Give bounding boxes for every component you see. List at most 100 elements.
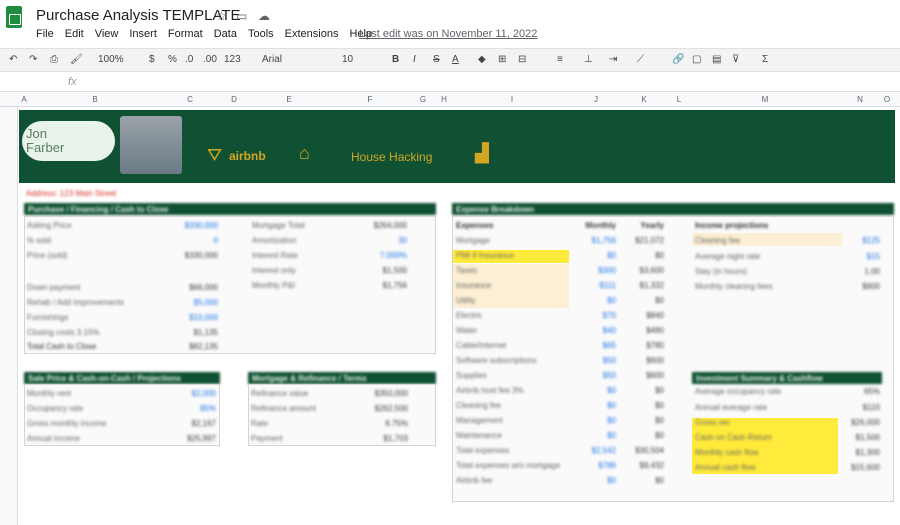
formula-bar[interactable]: fx xyxy=(0,73,900,92)
menu-extensions[interactable]: Extensions xyxy=(285,28,339,40)
expense-yearly[interactable]: $3,600 xyxy=(622,266,664,275)
col-k[interactable]: K xyxy=(620,95,668,104)
purchase-value[interactable]: $10,000 xyxy=(160,313,218,322)
insert-link-icon[interactable]: 🔗 xyxy=(672,54,684,65)
summary-value[interactable]: $110 xyxy=(836,403,880,412)
bold-icon[interactable]: B xyxy=(392,54,399,65)
summary-value[interactable]: $1,500 xyxy=(836,433,880,442)
expense-monthly[interactable]: $0 xyxy=(574,416,616,425)
document-title[interactable]: Purchase Analysis TEMPLATE xyxy=(36,7,241,24)
left-small-value[interactable]: $2,167 xyxy=(160,419,216,428)
col-n[interactable]: N xyxy=(840,95,880,104)
star-icon[interactable]: ☆ xyxy=(216,9,227,23)
zoom-select[interactable]: 100% xyxy=(98,54,124,65)
expense-yearly[interactable]: $840 xyxy=(622,311,664,320)
menu-format[interactable]: Format xyxy=(168,28,203,40)
cloud-status-icon[interactable]: ☁ xyxy=(258,9,270,23)
expense-yearly[interactable]: $0 xyxy=(622,416,664,425)
income-value[interactable]: $900 xyxy=(840,282,880,291)
col-g[interactable]: G xyxy=(410,95,436,104)
borders-icon[interactable]: ⊞ xyxy=(498,54,506,65)
font-select[interactable]: Arial xyxy=(262,54,282,65)
col-l[interactable]: L xyxy=(668,95,690,104)
col-f[interactable]: F xyxy=(330,95,410,104)
expense-yearly[interactable]: $0 xyxy=(622,401,664,410)
menu-file[interactable]: File xyxy=(36,28,54,40)
expense-yearly[interactable]: $600 xyxy=(622,356,664,365)
move-folder-icon[interactable]: ▭ xyxy=(236,9,247,23)
fill-color-icon[interactable]: ◆ xyxy=(478,54,486,65)
paint-format-icon[interactable]: 🖌 xyxy=(70,54,83,65)
purchase-value[interactable]: 0 xyxy=(160,236,218,245)
purchase-value[interactable]: $82,135 xyxy=(160,342,218,351)
menu-view[interactable]: View xyxy=(95,28,119,40)
last-edit-link[interactable]: Last edit was on November 11, 2022 xyxy=(359,28,537,40)
expense-yearly[interactable]: $780 xyxy=(622,341,664,350)
expense-yearly[interactable]: $0 xyxy=(622,386,664,395)
col-c[interactable]: C xyxy=(160,95,220,104)
mortgage-value[interactable]: 7.000% xyxy=(345,251,407,260)
left-small-value[interactable]: $2,000 xyxy=(160,389,216,398)
expense-yearly[interactable]: $0 xyxy=(622,296,664,305)
text-color-icon[interactable]: A xyxy=(452,54,459,65)
summary-value[interactable]: $26,000 xyxy=(836,418,880,427)
decrease-decimal-button[interactable]: .0 xyxy=(185,54,193,65)
col-d[interactable]: D xyxy=(220,95,248,104)
purchase-value[interactable]: $66,000 xyxy=(160,283,218,292)
mid-small-value[interactable]: 6.75% xyxy=(350,419,408,428)
purchase-value[interactable]: $5,000 xyxy=(160,298,218,307)
strikethrough-icon[interactable]: S xyxy=(433,54,440,65)
align-left-icon[interactable]: ≡ xyxy=(557,54,563,65)
mortgage-value[interactable]: $1,756 xyxy=(345,281,407,290)
expense-yearly[interactable]: $0 xyxy=(622,251,664,260)
mortgage-value[interactable]: $264,000 xyxy=(345,221,407,230)
expense-monthly[interactable]: $50 xyxy=(574,356,616,365)
expense-monthly[interactable]: $0 xyxy=(574,251,616,260)
expense-monthly[interactable]: $50 xyxy=(574,371,616,380)
expense-monthly[interactable]: $40 xyxy=(574,326,616,335)
purchase-value[interactable]: $330,000 xyxy=(160,221,218,230)
mid-small-value[interactable]: $350,000 xyxy=(350,389,408,398)
col-m[interactable]: M xyxy=(690,95,840,104)
expense-yearly[interactable]: $30,504 xyxy=(622,446,664,455)
increase-decimal-button[interactable]: .00 xyxy=(203,54,217,65)
col-a[interactable]: A xyxy=(18,95,30,104)
mortgage-value[interactable]: 30 xyxy=(345,236,407,245)
expense-monthly[interactable]: $111 xyxy=(574,281,616,290)
menu-data[interactable]: Data xyxy=(214,28,237,40)
left-small-value[interactable]: $25,997 xyxy=(160,434,216,443)
sheets-logo-icon[interactable] xyxy=(6,6,22,28)
percent-format-button[interactable]: % xyxy=(168,54,177,65)
expense-monthly[interactable]: $0 xyxy=(574,476,616,485)
redo-icon[interactable]: ↷ xyxy=(29,54,37,65)
mortgage-value[interactable]: $1,500 xyxy=(345,266,407,275)
filter-icon[interactable]: ⊽ xyxy=(732,54,739,65)
col-h[interactable]: H xyxy=(436,95,452,104)
purchase-value[interactable]: $1,135 xyxy=(160,328,218,337)
menu-edit[interactable]: Edit xyxy=(65,28,84,40)
font-size-select[interactable]: 10 xyxy=(342,54,353,65)
expense-yearly[interactable]: $0 xyxy=(622,476,664,485)
italic-icon[interactable]: I xyxy=(413,54,416,65)
menu-insert[interactable]: Insert xyxy=(129,28,157,40)
expense-monthly[interactable]: $70 xyxy=(574,311,616,320)
left-small-value[interactable]: 85% xyxy=(160,404,216,413)
expense-monthly[interactable]: $0 xyxy=(574,386,616,395)
more-formats-button[interactable]: 123 xyxy=(224,54,241,65)
expense-monthly[interactable]: $2,542 xyxy=(574,446,616,455)
expense-yearly[interactable]: $9,432 xyxy=(622,461,664,470)
print-icon[interactable]: ⎙ xyxy=(50,54,58,65)
mid-small-value[interactable]: $1,703 xyxy=(350,434,408,443)
summary-value[interactable]: $15,600 xyxy=(836,463,880,472)
purchase-value[interactable]: $330,000 xyxy=(160,251,218,260)
expense-monthly[interactable]: $1,756 xyxy=(574,236,616,245)
expense-monthly[interactable]: $786 xyxy=(574,461,616,470)
insert-comment-icon[interactable]: ▢ xyxy=(692,54,701,65)
text-wrap-icon[interactable]: ⇥ xyxy=(609,54,617,65)
expense-yearly[interactable]: $0 xyxy=(622,431,664,440)
income-value[interactable]: $15 xyxy=(840,252,880,261)
col-b[interactable]: B xyxy=(30,95,160,104)
expense-monthly[interactable]: $0 xyxy=(574,401,616,410)
expense-monthly[interactable]: $0 xyxy=(574,296,616,305)
expense-yearly[interactable]: $480 xyxy=(622,326,664,335)
